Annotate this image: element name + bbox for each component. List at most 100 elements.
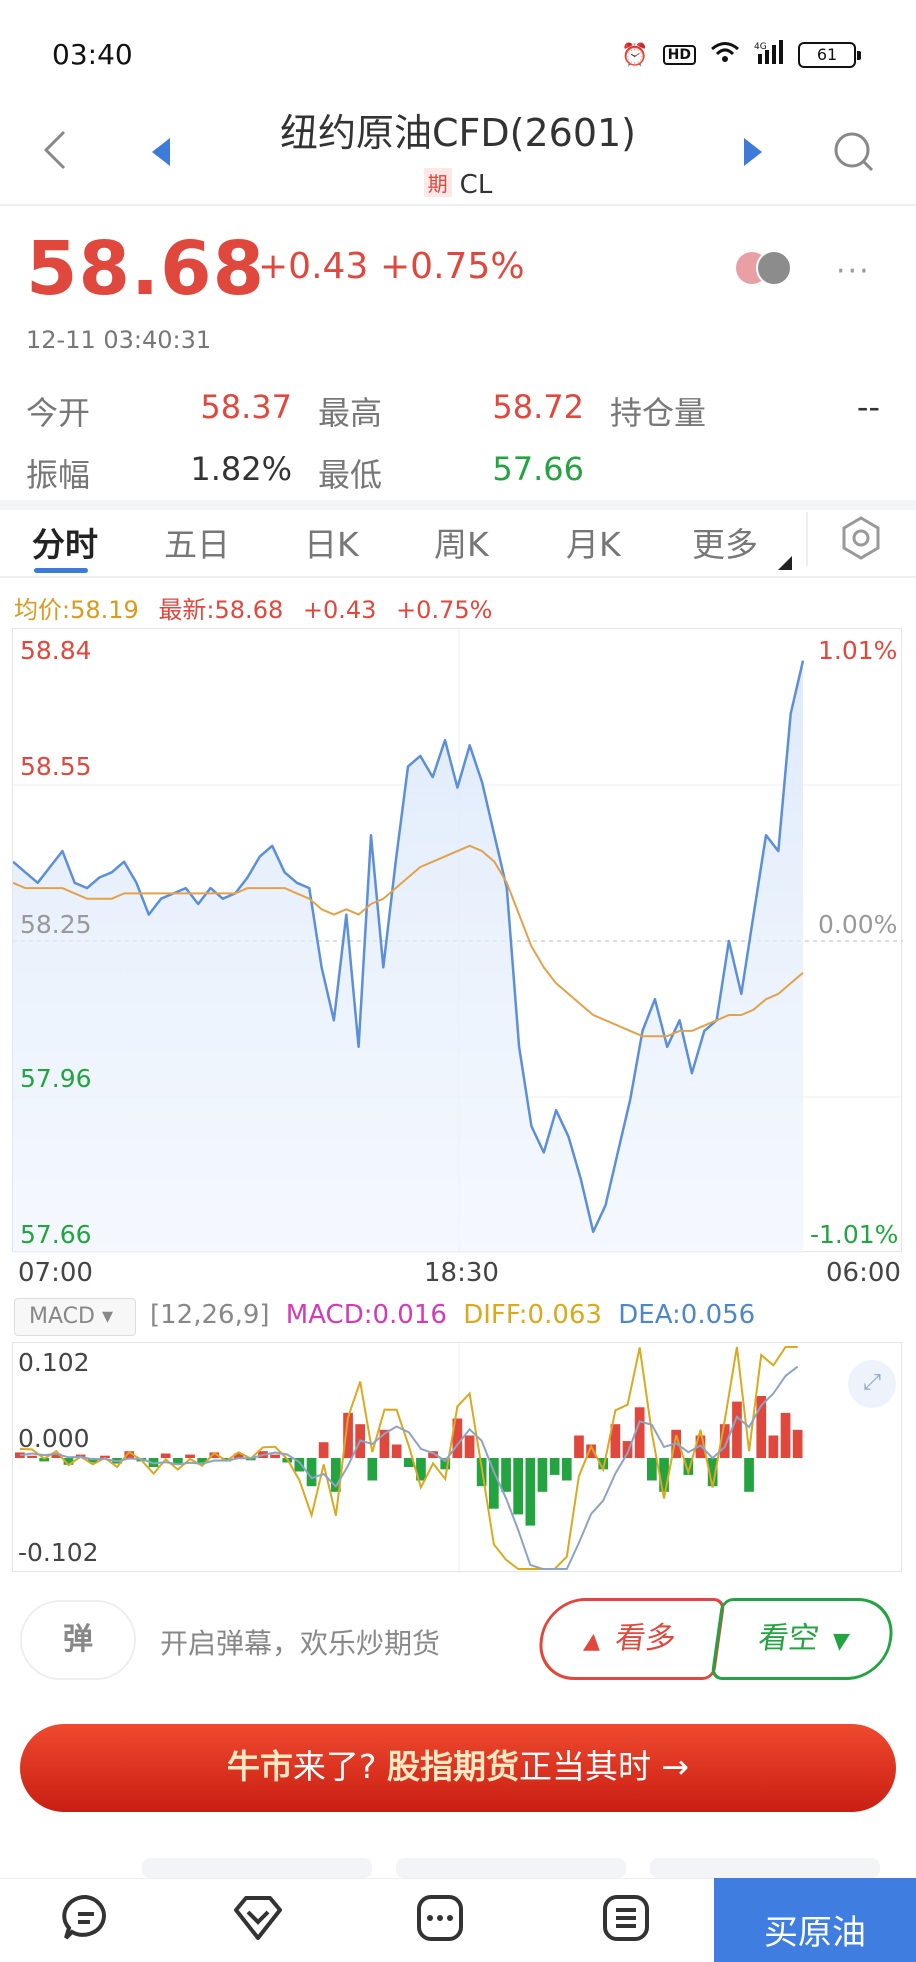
bearish-label: 看空 <box>756 1621 822 1656</box>
macd-bar <box>768 1435 779 1458</box>
tab-separator <box>806 512 808 566</box>
macd-bar <box>501 1458 511 1492</box>
y-tick-left: 57.66 <box>20 1220 92 1249</box>
macd-bar <box>647 1458 657 1481</box>
promo-banner[interactable]: 牛市来了? 股指期货正当其时 → <box>20 1724 896 1812</box>
community-avatars[interactable] <box>734 250 794 288</box>
hd-icon: HD <box>662 45 696 65</box>
price-change: +0.43 <box>258 246 369 287</box>
chart-info-line: 均价:58.19 最新:58.68 +0.43 +0.75% <box>14 590 492 625</box>
y-tick-left: 58.55 <box>20 752 92 781</box>
more-options-icon[interactable]: ··· <box>836 254 871 289</box>
ghost-card <box>650 1858 880 1878</box>
macd-bar <box>780 1412 791 1458</box>
banner-part2: 来了? <box>292 1747 387 1786</box>
macd-bar <box>513 1458 523 1515</box>
macd-bar <box>525 1458 536 1526</box>
indicator-selector[interactable]: MACD ▾ <box>14 1298 136 1336</box>
stat-open-value: 58.37 <box>200 388 292 426</box>
tab-five-day[interactable]: 五日 <box>164 518 230 566</box>
futures-badge: 期 <box>423 168 452 197</box>
macd-bar <box>27 1455 37 1458</box>
search-icon[interactable] <box>832 130 876 178</box>
diff-value: DIFF:0.063 <box>463 1300 602 1330</box>
buy-crude-button[interactable]: 买原油 <box>714 1878 916 1962</box>
wifi-icon <box>710 41 740 69</box>
intraday-chart[interactable] <box>12 629 903 1253</box>
intraday-chart-frame[interactable] <box>12 628 903 1253</box>
signal-icon: 4G <box>754 40 784 70</box>
stat-oi-value: -- <box>856 388 880 426</box>
danmu-toggle-button[interactable]: 弹 <box>20 1600 136 1680</box>
tab-daily-k[interactable]: 日K <box>304 518 359 566</box>
tab-weekly-k[interactable]: 周K <box>434 518 489 566</box>
latest-price-text: 最新:58.68 <box>158 596 284 624</box>
stat-high-value: 58.72 <box>492 388 584 426</box>
ghost-card <box>396 1858 626 1878</box>
y-tick-right: 1.01% <box>818 636 898 665</box>
avatar <box>756 250 792 286</box>
expand-chart-icon[interactable]: ⤢ <box>848 1360 896 1408</box>
dea-value: DEA:0.056 <box>618 1300 756 1330</box>
tab-more-triangle-icon <box>778 556 792 570</box>
bullish-button[interactable]: ▲ 看多 <box>534 1598 726 1680</box>
more-menu-icon[interactable] <box>414 1892 466 1944</box>
y-tick-left: 58.84 <box>20 636 92 665</box>
macd-bar <box>270 1454 280 1458</box>
macd-chart[interactable] <box>13 1343 903 1573</box>
tab-divider <box>0 576 916 578</box>
quote-timestamp: 12-11 03:40:31 <box>26 326 212 354</box>
page-title: 纽约原油CFD(2601) <box>279 111 636 155</box>
macd-y-tick: -0.102 <box>18 1538 99 1567</box>
macd-bar <box>549 1458 560 1475</box>
latest-pct-text: +0.75% <box>396 596 493 624</box>
stat-open-label: 今开 <box>26 394 91 432</box>
triangle-up-icon: ▲ <box>582 1629 603 1654</box>
macd-params: [12,26,9] <box>150 1300 270 1330</box>
tab-monthly-k[interactable]: 月K <box>566 518 621 566</box>
macd-y-tick: 0.102 <box>18 1348 90 1377</box>
macd-bar <box>367 1458 378 1481</box>
banner-part1: 牛市 <box>226 1747 293 1786</box>
svg-text:4G: 4G <box>754 42 767 52</box>
macd-bar <box>537 1458 548 1492</box>
macd-bar <box>744 1458 754 1492</box>
stat-amplitude-value: 1.82% <box>190 450 292 488</box>
chart-settings-icon[interactable] <box>840 516 882 564</box>
ghost-card <box>142 1858 372 1878</box>
next-contract-button[interactable] <box>742 138 764 170</box>
y-tick-right: -1.01% <box>810 1220 899 1249</box>
status-time: 03:40 <box>52 38 133 71</box>
tab-intraday[interactable]: 分时 <box>32 518 98 566</box>
y-tick-right: 0.00% <box>818 910 898 939</box>
battery-icon: 61 <box>798 42 861 68</box>
status-icons: ⏰ HD 4G 61 <box>621 40 861 70</box>
alarm-icon: ⏰ <box>621 42 649 68</box>
macd-chart-frame[interactable] <box>12 1342 903 1573</box>
macd-bar <box>732 1401 742 1458</box>
macd-value: MACD:0.016 <box>285 1300 447 1330</box>
macd-bar <box>391 1444 402 1458</box>
favorite-icon[interactable] <box>232 1892 284 1944</box>
stat-oi-label: 持仓量 <box>610 394 707 432</box>
macd-values: [12,26,9] MACD:0.016 DIFF:0.063 DEA:0.05… <box>150 1300 755 1330</box>
macd-bar <box>464 1435 475 1458</box>
bearish-button[interactable]: 看空 ▼ <box>710 1598 898 1680</box>
x-tick: 07:00 <box>18 1258 93 1288</box>
list-icon[interactable] <box>600 1892 652 1944</box>
avg-price-text: 均价:58.19 <box>14 596 139 624</box>
tab-more[interactable]: 更多 <box>692 518 758 566</box>
danmu-prompt[interactable]: 开启弹幕，欢乐炒期货 <box>160 1622 440 1662</box>
comment-icon[interactable] <box>60 1892 112 1944</box>
banner-part3: 股指期货 <box>386 1747 519 1786</box>
triangle-down-icon: ▼ <box>830 1629 851 1654</box>
macd-bar <box>561 1458 572 1481</box>
stat-low-value: 57.66 <box>492 450 584 488</box>
stat-low-label: 最低 <box>318 456 383 494</box>
banner-part4: 正当其时 → <box>518 1747 690 1786</box>
last-price: 58.68 <box>26 226 266 312</box>
macd-bar <box>318 1442 329 1458</box>
x-tick: 06:00 <box>826 1258 901 1288</box>
bullish-label: 看多 <box>613 1621 678 1656</box>
macd-bar <box>185 1454 195 1458</box>
